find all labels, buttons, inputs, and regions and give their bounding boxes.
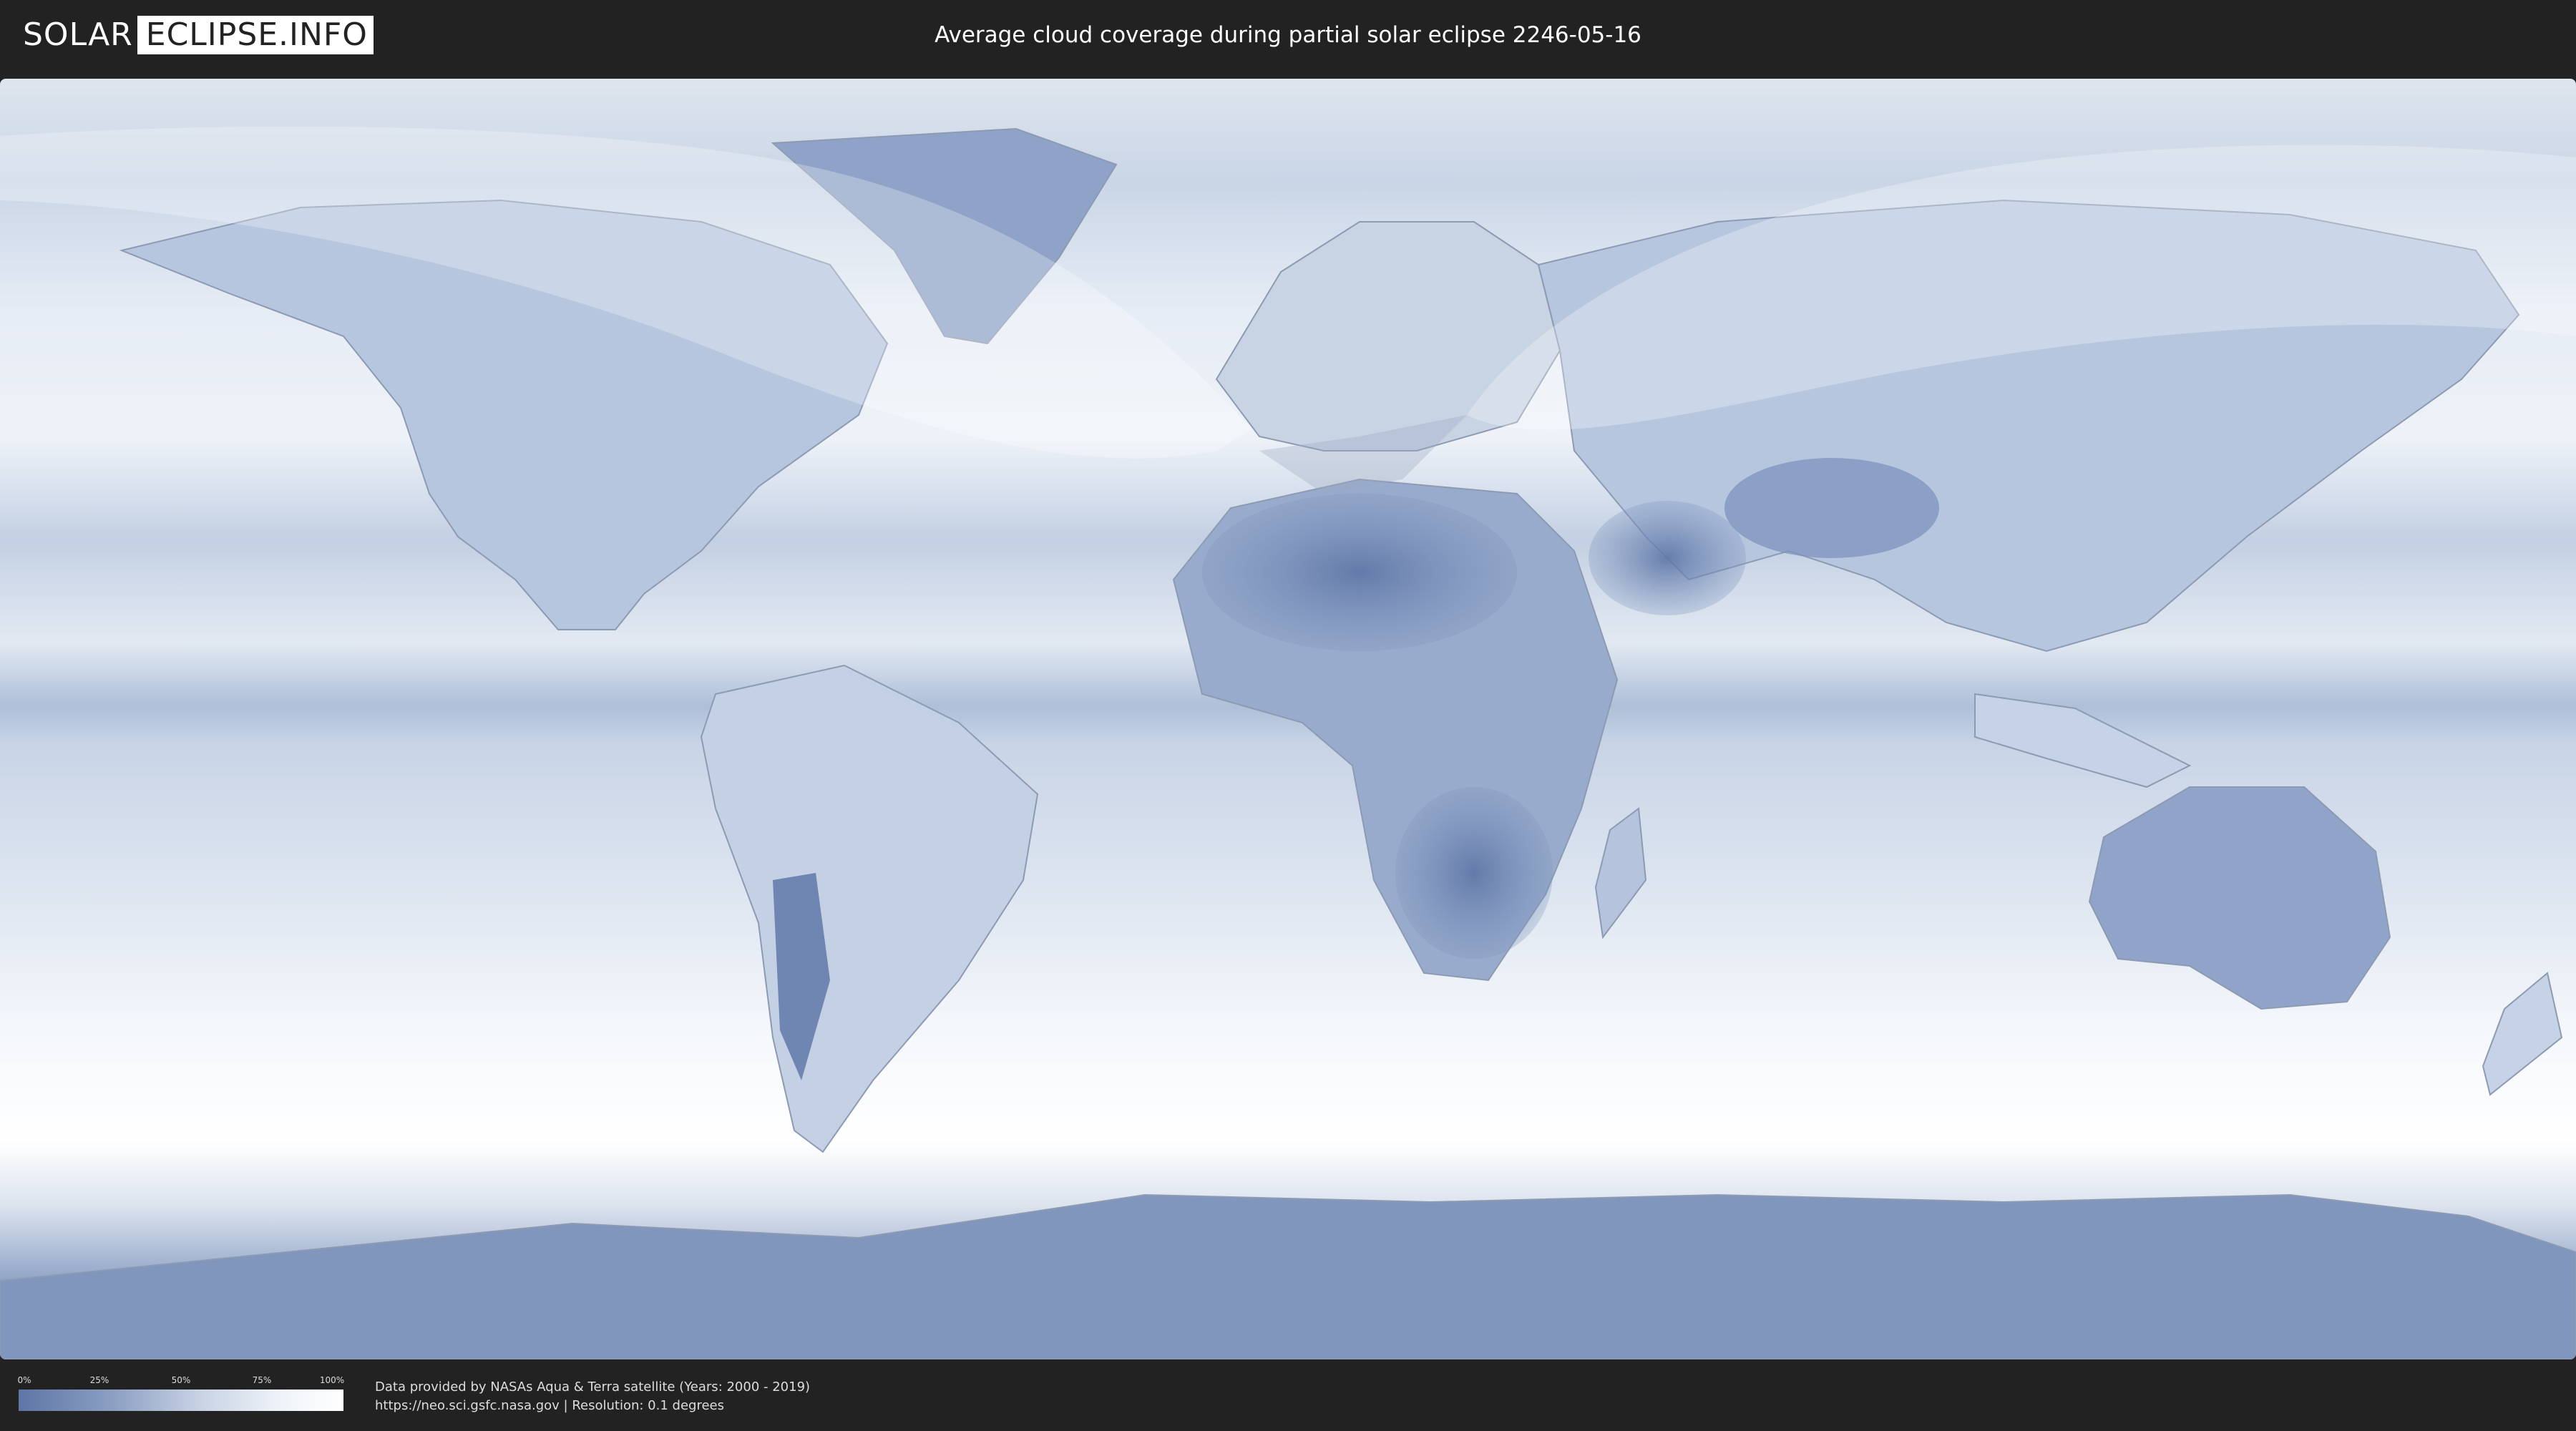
data-credits: Data provided by NASAs Aqua & Terra sate… — [375, 1378, 810, 1415]
legend-tick-100: 100% — [319, 1375, 345, 1385]
cloud-coverage-map[interactable] — [0, 79, 2576, 1359]
header-bar: SOLAR ECLIPSE.INFO Average cloud coverag… — [0, 0, 2576, 72]
cloud-coverage-legend: 0% 25% 50% 75% 100% — [17, 1375, 345, 1417]
credits-line-url[interactable]: https://neo.sci.gsfc.nasa.gov | Resoluti… — [375, 1397, 810, 1415]
sahara-dry-zone — [1202, 494, 1517, 651]
page: SOLAR ECLIPSE.INFO Average cloud coverag… — [0, 0, 2576, 1431]
legend-color-bar — [19, 1390, 343, 1411]
southern-africa-dry-zone — [1395, 787, 1553, 959]
legend-tick-25: 25% — [89, 1375, 109, 1385]
legend-tick-50: 50% — [171, 1375, 191, 1385]
legend-tick-75: 75% — [252, 1375, 272, 1385]
credits-line-source: Data provided by NASAs Aqua & Terra sate… — [375, 1379, 811, 1395]
page-title: Average cloud coverage during partial so… — [935, 22, 1641, 48]
world-map-svg — [0, 79, 2576, 1359]
arabia-dry-zone — [1589, 501, 1746, 615]
legend-tick-0: 0% — [17, 1375, 31, 1385]
himalaya-zone — [1724, 458, 1939, 558]
